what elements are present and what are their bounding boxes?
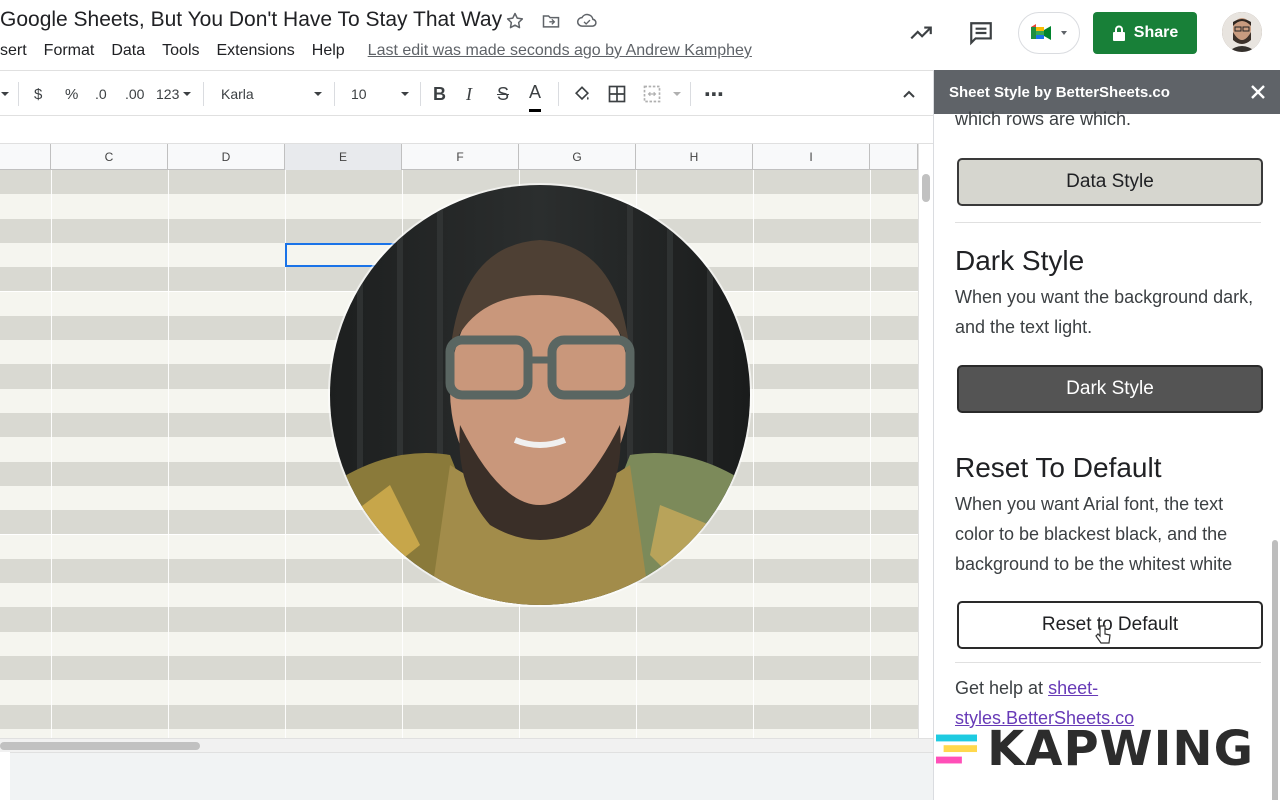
document-title[interactable]: Google Sheets, But You Don't Have To Sta… — [0, 8, 502, 32]
meet-button[interactable] — [1018, 12, 1080, 54]
dark-style-button[interactable]: Dark Style — [957, 365, 1263, 413]
reset-to-default-button[interactable]: Reset to Default — [957, 601, 1263, 649]
activity-trend-icon[interactable] — [908, 20, 934, 51]
dark-style-description: When you want the background dark, and t… — [955, 287, 1254, 337]
decrease-decimal-button[interactable]: .0 — [95, 71, 107, 117]
chevron-down-icon — [1061, 31, 1067, 35]
column-gridline — [168, 170, 169, 738]
help-prefix: Get help at — [955, 678, 1049, 698]
bold-button[interactable]: B — [433, 71, 446, 117]
column-header-selected[interactable]: E — [285, 144, 402, 170]
data-style-button[interactable]: Data Style — [957, 158, 1263, 206]
toolbar-divider — [690, 82, 691, 106]
menu-insert[interactable]: sert — [0, 42, 27, 60]
lock-icon — [1112, 25, 1125, 41]
font-family-select[interactable]: Karla — [221, 71, 254, 117]
intro-text: which rows are which. — [955, 109, 1132, 129]
share-label: Share — [1133, 24, 1179, 41]
column-header[interactable]: G — [519, 144, 636, 170]
menu-tools[interactable]: Tools — [162, 42, 199, 60]
table-row[interactable] — [0, 680, 918, 705]
scroll-thumb[interactable] — [0, 742, 200, 750]
menu-data[interactable]: Data — [111, 42, 145, 60]
menu-help[interactable]: Help — [312, 42, 345, 60]
percent-format-button[interactable]: % — [65, 71, 78, 117]
menu-extensions[interactable]: Extensions — [217, 42, 295, 60]
italic-button[interactable]: I — [466, 71, 472, 117]
close-icon[interactable] — [1247, 81, 1269, 103]
column-header[interactable]: C — [51, 144, 168, 170]
toolbar-divider — [558, 82, 559, 106]
menu-bar: sert Format Data Tools Extensions Help L… — [0, 42, 752, 60]
table-row[interactable] — [0, 728, 918, 738]
collapse-menus-icon[interactable] — [901, 71, 917, 117]
column-gridline — [870, 170, 871, 738]
section-divider — [955, 222, 1261, 223]
kapwing-logo-icon — [936, 734, 978, 764]
comments-icon[interactable] — [968, 20, 994, 51]
merge-cells-icon[interactable] — [641, 71, 663, 117]
currency-format-button[interactable]: $ — [34, 71, 42, 117]
strikethrough-button[interactable]: S — [497, 71, 509, 117]
table-row[interactable] — [0, 170, 918, 195]
reset-heading: Reset To Default — [955, 452, 1162, 483]
table-row[interactable] — [0, 631, 918, 656]
toolbar-divider — [18, 82, 19, 106]
column-header[interactable]: H — [636, 144, 753, 170]
move-folder-icon[interactable] — [540, 10, 562, 32]
kapwing-watermark: KAPWING — [936, 721, 1254, 777]
more-formats-caret-icon — [182, 71, 192, 117]
menu-format[interactable]: Format — [44, 42, 95, 60]
increase-decimal-button[interactable]: .00 — [125, 71, 144, 117]
column-header-b[interactable] — [0, 144, 51, 170]
borders-icon[interactable] — [607, 71, 627, 117]
toolbar-divider — [203, 82, 204, 106]
fill-color-icon[interactable] — [572, 71, 592, 117]
reset-description: When you want Arial font, the text color… — [955, 494, 1233, 574]
font-caret-icon — [313, 71, 323, 117]
hand-cursor-icon — [1095, 625, 1111, 644]
column-headers: C D E F G H I — [0, 144, 918, 170]
star-icon[interactable] — [504, 10, 526, 32]
merge-caret-icon — [672, 71, 682, 117]
column-header[interactable]: D — [168, 144, 285, 170]
formula-bar[interactable] — [0, 116, 933, 144]
sheet-style-sidebar: Sheet Style by BetterSheets.co which row… — [933, 70, 1280, 800]
vertical-scrollbar[interactable] — [918, 144, 933, 738]
webcam-video-bubble — [330, 185, 750, 605]
user-avatar[interactable] — [1222, 12, 1262, 52]
column-header[interactable]: F — [402, 144, 519, 170]
share-button[interactable]: Share — [1093, 12, 1197, 54]
meet-icon — [1031, 24, 1051, 40]
title-icons — [504, 10, 598, 32]
more-formats-button[interactable]: 123 — [156, 71, 179, 117]
column-gridline — [51, 170, 52, 738]
toolbar-divider — [334, 82, 335, 106]
section-divider — [955, 662, 1261, 663]
text-color-button[interactable]: A — [529, 76, 542, 112]
toolbar-divider — [420, 82, 421, 106]
kapwing-wordmark: KAPWING — [987, 721, 1254, 777]
table-row[interactable] — [0, 656, 918, 681]
more-options-button[interactable]: ⋯ — [704, 71, 724, 117]
sheet-tabs-bar — [10, 752, 933, 800]
column-header[interactable]: I — [753, 144, 870, 170]
cloud-status-icon[interactable] — [576, 10, 598, 32]
scroll-thumb[interactable] — [922, 174, 930, 202]
column-header-j[interactable] — [870, 144, 918, 170]
table-row[interactable] — [0, 704, 918, 729]
font-size-select[interactable]: 10 — [351, 71, 367, 117]
dark-style-heading: Dark Style — [955, 245, 1085, 276]
caret-left-icon[interactable] — [0, 71, 10, 117]
last-edit-link[interactable]: Last edit was made seconds ago by Andrew… — [368, 42, 752, 60]
sidebar-scrollbar[interactable] — [1272, 540, 1278, 800]
sidebar-title: Sheet Style by BetterSheets.co — [949, 83, 1170, 101]
column-gridline — [753, 170, 754, 738]
size-caret-icon — [400, 71, 410, 117]
formatting-toolbar: $ % .0 .00 123 Karla 10 B I S A ⋯ — [0, 70, 933, 116]
title-bar: Google Sheets, But You Don't Have To Sta… — [0, 0, 1280, 70]
presenter-video-frame — [330, 185, 750, 605]
horizontal-scrollbar[interactable] — [0, 738, 933, 752]
table-row[interactable] — [0, 607, 918, 632]
